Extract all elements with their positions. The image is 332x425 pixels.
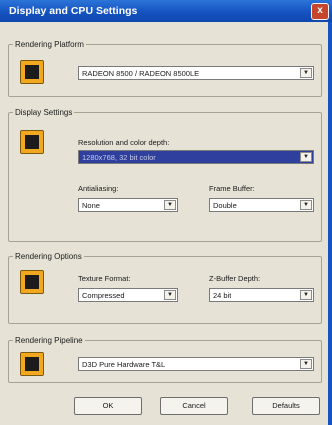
resolution-value: 1280x768, 32 bit color — [82, 153, 156, 162]
chevron-down-icon[interactable]: ▼ — [300, 359, 312, 369]
zbuffer-depth-value: 24 bit — [213, 291, 232, 300]
monitor-icon — [20, 130, 44, 154]
texture-format-label: Texture Format: — [78, 274, 131, 283]
pipeline-icon — [20, 352, 44, 376]
ok-button[interactable]: OK — [74, 397, 142, 415]
antialiasing-select[interactable]: None ▼ — [78, 198, 178, 212]
rendering-platform-select[interactable]: RADEON 8500 / RADEON 8500LE ▼ — [78, 66, 314, 80]
display-settings-legend: Display Settings — [15, 108, 73, 117]
window-title: Display and CPU Settings — [9, 5, 138, 17]
display-settings-group: Display Settings — [8, 108, 322, 242]
antialiasing-label: Antialiasing: — [78, 184, 119, 193]
zbuffer-depth-select[interactable]: 24 bit ▼ — [209, 288, 314, 302]
resolution-label: Resolution and color depth: — [78, 138, 170, 147]
rendering-platform-value: RADEON 8500 / RADEON 8500LE — [82, 69, 200, 78]
rendering-options-legend: Rendering Options — [15, 252, 82, 261]
rendering-platform-legend: Rendering Platform — [15, 40, 84, 49]
defaults-button[interactable]: Defaults — [252, 397, 320, 415]
chevron-down-icon[interactable]: ▼ — [164, 290, 176, 300]
chevron-down-icon[interactable]: ▼ — [300, 152, 312, 162]
framebuffer-label: Frame Buffer: — [209, 184, 255, 193]
antialiasing-value: None — [82, 201, 100, 210]
chevron-down-icon[interactable]: ▼ — [164, 200, 176, 210]
rendering-pipeline-select[interactable]: D3D Pure Hardware T&L ▼ — [78, 357, 314, 371]
title-bar: Display and CPU Settings x — [0, 0, 332, 22]
close-icon[interactable]: x — [311, 3, 329, 20]
texture-format-value: Compressed — [82, 291, 125, 300]
dialog-body: Rendering Platform RADEON 8500 / RADEON … — [0, 22, 332, 425]
texture-icon — [20, 270, 44, 294]
chevron-down-icon[interactable]: ▼ — [300, 200, 312, 210]
cancel-button[interactable]: Cancel — [160, 397, 228, 415]
framebuffer-value: Double — [213, 201, 237, 210]
gpu-card-icon — [20, 60, 44, 84]
chevron-down-icon[interactable]: ▼ — [300, 68, 312, 78]
rendering-pipeline-value: D3D Pure Hardware T&L — [82, 360, 166, 369]
texture-format-select[interactable]: Compressed ▼ — [78, 288, 178, 302]
framebuffer-select[interactable]: Double ▼ — [209, 198, 314, 212]
rendering-pipeline-legend: Rendering Pipeline — [15, 336, 83, 345]
chevron-down-icon[interactable]: ▼ — [300, 290, 312, 300]
zbuffer-depth-label: Z-Buffer Depth: — [209, 274, 261, 283]
resolution-select[interactable]: 1280x768, 32 bit color ▼ — [78, 150, 314, 164]
